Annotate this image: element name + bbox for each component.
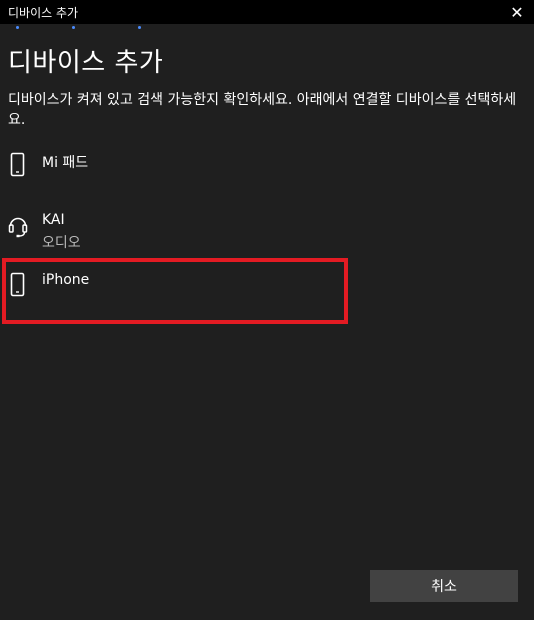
progress-dot xyxy=(138,26,141,29)
close-icon: ✕ xyxy=(510,2,524,22)
searching-progress-indicator xyxy=(0,24,534,32)
close-button[interactable]: ✕ xyxy=(500,0,534,24)
progress-dot xyxy=(16,26,19,29)
progress-dot xyxy=(72,26,75,29)
window-title: 디바이스 추가 xyxy=(8,6,79,20)
device-item-mi-pad[interactable]: Mi 패드 xyxy=(0,152,534,210)
title-bar: 디바이스 추가 ✕ xyxy=(0,0,534,24)
device-name: Mi 패드 xyxy=(42,155,89,171)
headset-icon xyxy=(8,212,28,240)
cancel-button[interactable]: 취소 xyxy=(370,570,518,602)
instructions-text: 디바이스가 켜져 있고 검색 가능한지 확인하세요. 아래에서 연결할 디바이스… xyxy=(8,92,517,128)
device-type: 오디오 xyxy=(42,235,81,251)
selection-highlight-box xyxy=(2,258,348,324)
device-name: KAI xyxy=(42,212,65,228)
page-title: 디바이스 추가 xyxy=(8,48,164,78)
phone-icon xyxy=(8,152,28,180)
